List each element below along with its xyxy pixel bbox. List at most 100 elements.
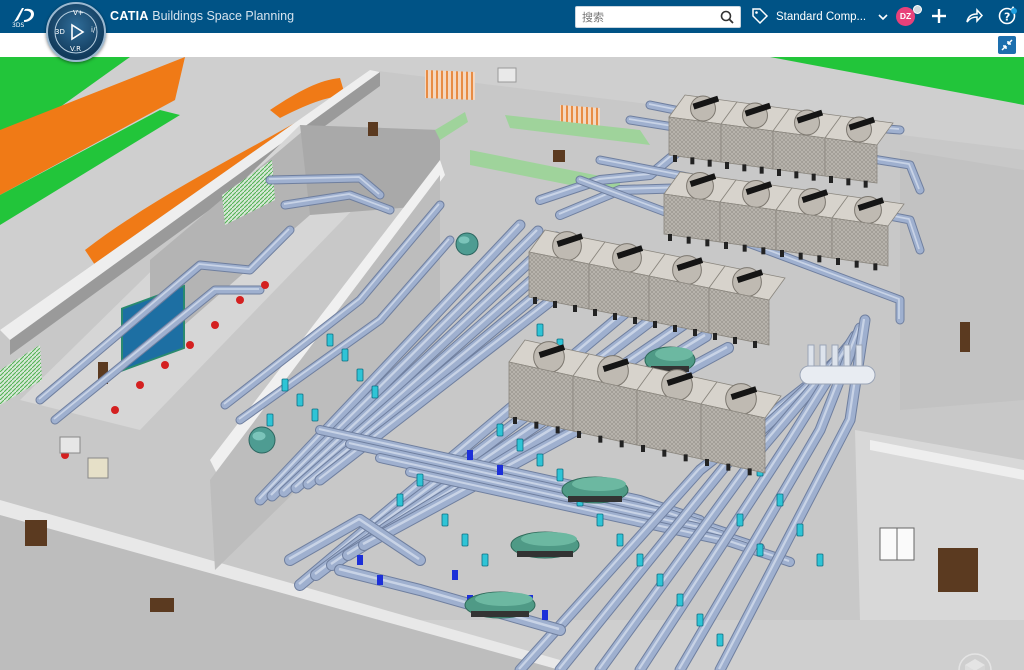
expansion-tank-shine [252,431,266,441]
door-5[interactable] [150,598,174,612]
tower-bank-c-leg [593,309,597,316]
valve[interactable] [481,553,489,567]
vessel-nozzle [819,344,827,367]
app-title: CATIA Buildings Space Planning [110,9,294,23]
valve[interactable] [556,468,564,482]
tower-bank-c-leg [713,333,717,340]
nav-cube-icon[interactable] [952,647,998,670]
blue-pump[interactable] [467,450,473,460]
blue-pump[interactable] [357,555,363,565]
valve[interactable] [636,553,644,567]
valve[interactable] [326,333,334,347]
valve[interactable] [296,393,304,407]
valve[interactable] [616,533,624,547]
vessel-nozzle [831,344,839,367]
tower-bank-d-leg [747,468,752,476]
brand-name: CATIA [110,9,149,23]
valve[interactable] [756,543,764,557]
tower-bank-d-leg [641,445,645,452]
red-valve[interactable] [236,296,244,304]
valve[interactable] [816,553,824,567]
valve[interactable] [516,438,524,452]
tower-bank-d-leg [619,440,624,448]
help-icon[interactable]: ? [998,6,1018,26]
compass-widget[interactable]: 3D V.R V+ i/ [46,2,106,62]
red-valve[interactable] [136,381,144,389]
door-7[interactable] [553,150,565,162]
svg-text:?: ? [1004,11,1010,24]
tower-bank-b-leg [686,236,691,244]
vessel-nozzle [807,344,815,367]
header-vessel[interactable] [799,365,876,385]
valve[interactable] [311,408,319,422]
expansion-tank-2[interactable] [455,232,479,256]
valve[interactable] [656,573,664,587]
red-valve[interactable] [161,361,169,369]
3d-viewport[interactable] [0,57,1024,670]
tower-bank-b-fill-face [831,217,889,267]
expansion-tank[interactable] [248,426,276,454]
door-6[interactable] [368,122,378,136]
chiller-3-base [568,496,622,502]
avatar-status-icon [913,5,922,14]
search-box[interactable] [575,6,741,28]
valve[interactable] [371,385,379,399]
valve[interactable] [461,533,469,547]
vessel-nozzle [855,344,863,367]
valve[interactable] [496,423,504,437]
valve[interactable] [716,633,724,647]
red-valve[interactable] [261,281,269,289]
collab-space-selector[interactable]: Standard Comp... [776,11,866,23]
tag-icon[interactable] [751,7,769,25]
valve[interactable] [341,348,349,362]
red-valve[interactable] [211,321,219,329]
door-2[interactable] [960,322,970,352]
chiller-3-top [572,477,626,491]
tower-bank-c-leg [553,301,557,308]
tower-bank-b-fill-face [775,209,833,259]
valve[interactable] [396,493,404,507]
blue-pump[interactable] [542,610,548,620]
valve[interactable] [281,378,289,392]
blue-pump[interactable] [452,570,458,580]
3ds-logo-icon[interactable]: 3DS [10,4,40,28]
blue-pump[interactable] [377,575,383,585]
tower-bank-b-leg [817,255,822,263]
plus-icon[interactable] [930,7,948,25]
valve[interactable] [536,453,544,467]
water-treatment-unit[interactable] [87,457,109,479]
control-box[interactable] [59,436,81,454]
valve[interactable] [441,513,449,527]
valve[interactable] [266,413,274,427]
plant-room-model[interactable] [0,57,1024,670]
valve[interactable] [696,613,704,627]
tower-bank-a-leg [725,162,729,169]
valve[interactable] [356,368,364,382]
valve[interactable] [596,513,604,527]
tower-bank-a-leg [759,166,764,174]
chiller-1-base [471,611,529,617]
app-name: Buildings Space Planning [152,9,295,23]
tower-bank-a-leg [794,171,799,179]
collapse-button[interactable] [998,36,1016,54]
valve[interactable] [536,323,544,337]
tower-bank-b-leg [742,244,747,252]
valve[interactable] [736,513,744,527]
search-input[interactable] [576,7,722,27]
tower-bank-a-leg [707,159,712,167]
red-valve[interactable] [111,406,119,414]
valve[interactable] [796,523,804,537]
valve[interactable] [676,593,684,607]
valve[interactable] [416,473,424,487]
tower-bank-b-leg [854,260,859,268]
chevron-down-icon[interactable] [878,13,888,21]
share-icon[interactable] [964,7,984,25]
search-icon[interactable] [719,9,735,25]
door[interactable] [938,548,978,592]
compass-right-label: i/ [91,26,96,34]
tower-bank-b-leg [780,250,784,257]
valve[interactable] [776,493,784,507]
door-4[interactable] [25,520,47,546]
red-valve[interactable] [186,341,194,349]
blue-pump[interactable] [497,465,503,475]
